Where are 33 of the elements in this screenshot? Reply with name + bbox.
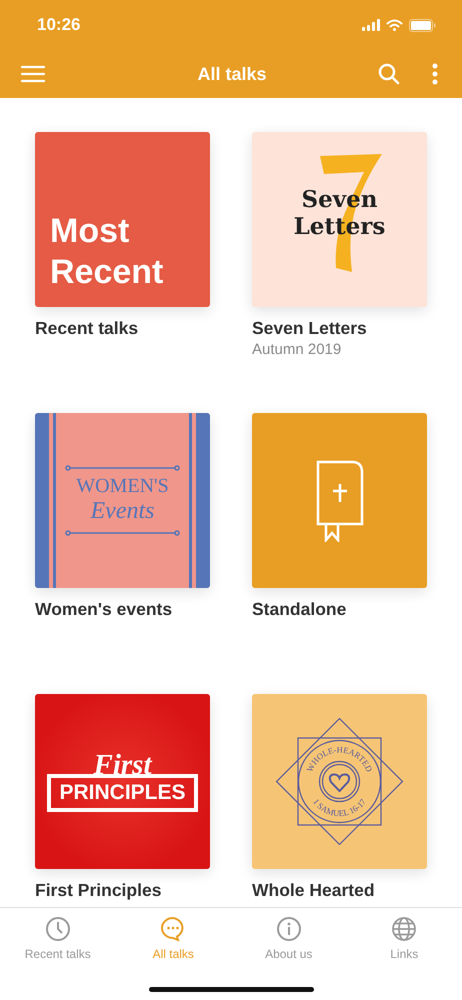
- bible-icon: [316, 460, 364, 542]
- series-title: Recent talks: [35, 318, 140, 339]
- globe-icon: [391, 916, 418, 942]
- cover-text: Most: [50, 211, 130, 252]
- more-icon[interactable]: [432, 63, 438, 85]
- signal-icon: [362, 19, 380, 31]
- cover-art[interactable]: [252, 413, 427, 588]
- clock-icon: [44, 916, 71, 942]
- cover-art[interactable]: First PRINCIPLES: [35, 694, 210, 869]
- series-title: Whole Hearted: [252, 880, 376, 901]
- battery-icon: [409, 18, 436, 32]
- cover-text: WOMEN'S: [76, 475, 169, 497]
- tab-bar-item[interactable]: Links: [346, 916, 462, 961]
- cover-text: Events: [90, 497, 154, 525]
- cover-art[interactable]: WOMEN'S Events: [35, 413, 210, 588]
- cover-text: Recent: [50, 252, 164, 293]
- chat-bubble-icon: [160, 916, 186, 942]
- tab-bar-item[interactable]: Recent talks: [0, 916, 116, 961]
- wifi-icon: [386, 19, 403, 31]
- screen-title: All talks: [196, 64, 268, 84]
- series-title: Women's events: [35, 599, 174, 620]
- series-title: Seven Letters: [252, 318, 368, 339]
- search-icon[interactable]: [378, 63, 400, 85]
- info-icon: [276, 916, 302, 942]
- tab-bar-item[interactable]: About us: [231, 916, 346, 961]
- series-title: Standalone: [252, 599, 348, 620]
- menu-icon[interactable]: [20, 65, 46, 83]
- cover-text: PRINCIPLES: [47, 774, 198, 812]
- series-title: First Principles: [35, 880, 162, 901]
- status-time: 10:26: [37, 15, 80, 35]
- cover-art[interactable]: Most Recent: [35, 132, 210, 307]
- series-season: Autumn 2019: [252, 341, 342, 358]
- tab-bar-item[interactable]: All talks: [116, 916, 231, 961]
